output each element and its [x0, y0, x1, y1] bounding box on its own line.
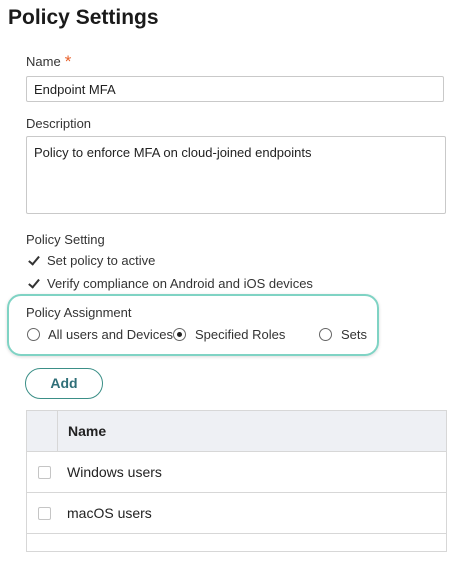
- radio-specified-roles-label: Specified Roles: [195, 327, 286, 342]
- description-textarea[interactable]: Policy to enforce MFA on cloud-joined en…: [26, 136, 446, 214]
- verify-compliance-label: Verify compliance on Android and iOS dev…: [47, 276, 313, 291]
- radio-all-users[interactable]: All users and Devices: [27, 327, 173, 342]
- checkmark-icon: [28, 255, 39, 266]
- table-row[interactable]: macOS users: [27, 493, 446, 534]
- required-asterisk: *: [64, 51, 72, 71]
- name-label-row: Name *: [26, 51, 72, 71]
- radio-button-selected-icon: [173, 328, 186, 341]
- table-header: Name: [27, 411, 446, 452]
- set-active-checkbox[interactable]: Set policy to active: [28, 253, 155, 268]
- name-label: Name: [26, 54, 61, 69]
- page-title: Policy Settings: [8, 6, 159, 29]
- checkmark-icon: [28, 278, 39, 289]
- radio-sets[interactable]: Sets: [319, 327, 367, 342]
- radio-specified-roles[interactable]: Specified Roles: [173, 327, 285, 342]
- name-input[interactable]: Endpoint MFA: [26, 76, 444, 102]
- add-button[interactable]: Add: [25, 368, 103, 399]
- name-column-header[interactable]: Name: [58, 411, 106, 451]
- set-active-label: Set policy to active: [47, 253, 156, 268]
- radio-button-icon: [319, 328, 332, 341]
- row-name: Windows users: [67, 464, 162, 480]
- table-row[interactable]: Windows users: [27, 452, 446, 493]
- row-name: macOS users: [67, 505, 152, 521]
- radio-all-users-label: All users and Devices: [48, 327, 173, 342]
- verify-compliance-checkbox[interactable]: Verify compliance on Android and iOS dev…: [28, 276, 313, 291]
- radio-button-icon: [27, 328, 40, 341]
- roles-table: Name Windows users macOS users: [26, 410, 447, 552]
- radio-sets-label: Sets: [341, 327, 368, 342]
- policy-assignment-highlight: [7, 294, 379, 356]
- select-column-header: [27, 411, 58, 451]
- policy-setting-label: Policy Setting: [26, 232, 105, 247]
- row-checkbox[interactable]: [38, 465, 51, 479]
- policy-assignment-label: Policy Assignment: [26, 305, 132, 320]
- description-label: Description: [26, 116, 92, 131]
- row-checkbox[interactable]: [38, 506, 51, 520]
